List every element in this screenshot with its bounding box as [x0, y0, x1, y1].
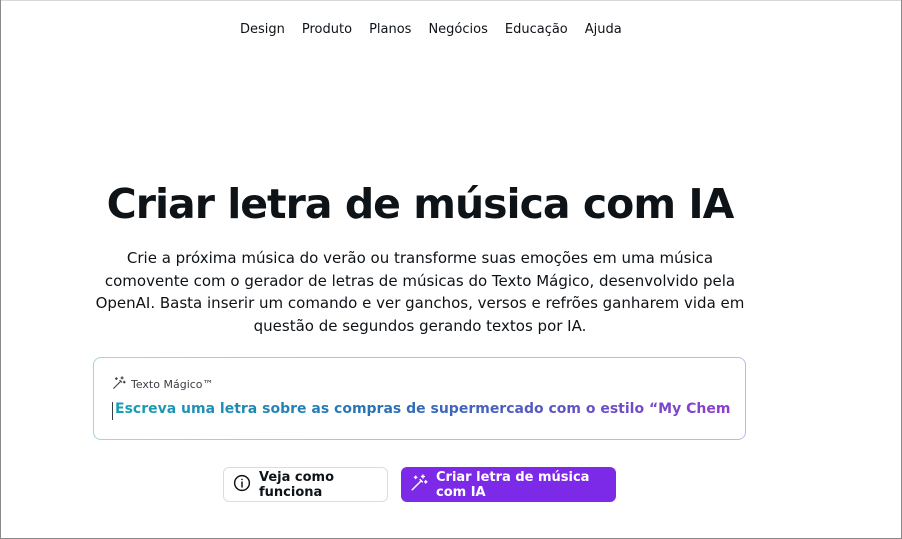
nav-item-produto[interactable]: Produto: [302, 22, 352, 37]
prompt-input[interactable]: Escreva uma letra sobre as compras de su…: [115, 401, 730, 417]
magic-wand-icon: [410, 473, 436, 496]
magic-text-input-box[interactable]: Texto Mágico™ Escreva uma letra sobre as…: [93, 357, 746, 440]
page-title: Criar letra de música com IA: [106, 180, 735, 228]
main-nav: Design Produto Planos Negócios Educação …: [240, 22, 639, 37]
info-icon: [233, 474, 259, 496]
create-lyrics-button[interactable]: Criar letra de música com IA: [401, 467, 616, 502]
nav-item-planos[interactable]: Planos: [369, 22, 411, 37]
magic-wand-icon: [112, 376, 131, 393]
page-description: Crie a próxima música do verão ou transf…: [95, 249, 745, 336]
text-cursor: [112, 402, 113, 420]
nav-item-negocios[interactable]: Negócios: [428, 22, 487, 37]
magic-text-label: Texto Mágico™: [112, 376, 214, 393]
nav-item-ajuda[interactable]: Ajuda: [585, 22, 622, 37]
nav-item-educacao[interactable]: Educação: [505, 22, 568, 37]
how-it-works-label: Veja como funciona: [259, 469, 335, 500]
magic-text-label-text: Texto Mágico™: [131, 378, 214, 391]
how-it-works-button[interactable]: Veja como funciona: [223, 467, 388, 502]
magic-text-input-inner[interactable]: Texto Mágico™ Escreva uma letra sobre as…: [94, 358, 745, 439]
create-lyrics-label: Criar letra de música com IA: [436, 469, 590, 500]
nav-item-design[interactable]: Design: [240, 22, 285, 37]
